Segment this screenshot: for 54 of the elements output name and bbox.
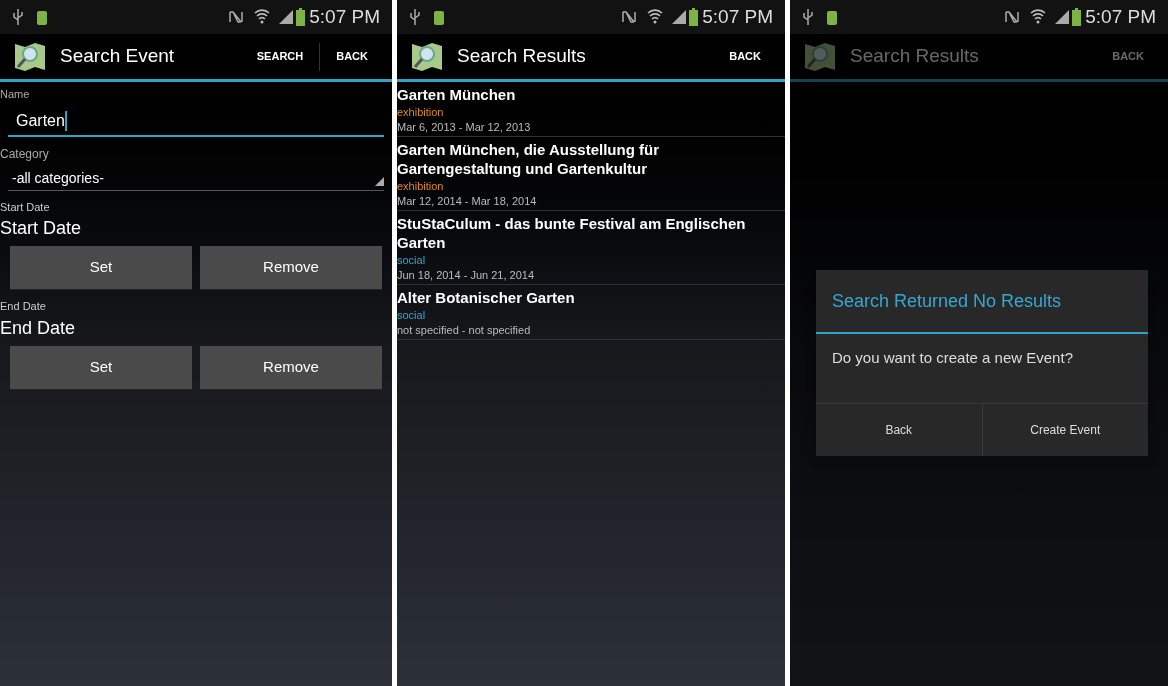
result-dates: Jun 18, 2014 - Jun 21, 2014 <box>397 268 535 282</box>
field-label: End Date <box>0 299 47 314</box>
dialog-button[interactable]: Create Event <box>981 404 1148 456</box>
status-time: 5:07 PM <box>702 4 773 29</box>
result-dates: Mar 12, 2014 - Mar 18, 2014 <box>397 194 538 208</box>
result-category: exhibition <box>397 179 445 194</box>
usb-icon <box>12 8 24 26</box>
usb-icon <box>409 8 421 26</box>
dialog-button[interactable]: Back <box>816 404 982 456</box>
action-button[interactable]: BACK <box>1096 34 1160 79</box>
wifi-icon <box>647 8 664 26</box>
action-button[interactable]: BACK <box>320 34 384 79</box>
screen-title: Search Event <box>60 44 176 69</box>
status-time: 5:07 PM <box>1085 4 1156 29</box>
screen-title: Search Results <box>850 44 980 69</box>
android-icon <box>433 8 445 26</box>
date-button[interactable]: Set <box>10 345 192 390</box>
category-dropdown[interactable]: -all categories- <box>8 166 384 191</box>
dialog-title: Search Returned No Results <box>832 289 1062 313</box>
android-icon <box>826 8 838 26</box>
date-button[interactable]: Remove <box>200 345 382 390</box>
battery-icon <box>689 8 699 26</box>
result-dates: not specified - not specified <box>397 323 532 337</box>
field-label: Start Date <box>0 199 51 215</box>
action-button[interactable]: SEARCH <box>240 34 320 79</box>
screen-title: Search Results <box>457 44 587 69</box>
date-value: Start Date <box>0 217 83 240</box>
battery-icon <box>1072 8 1082 26</box>
result-category: social <box>397 253 427 268</box>
wifi-icon <box>254 8 271 26</box>
battery-icon <box>296 8 306 26</box>
result-title[interactable]: Alter Botanischer Garten <box>397 288 785 307</box>
result-title[interactable]: StuStaCulum - das bunte Festival am Englischen Garten <box>397 214 785 252</box>
name-input[interactable]: Garten <box>8 106 384 137</box>
usb-icon <box>802 8 814 26</box>
status-time: 5:07 PM <box>309 4 380 29</box>
dropdown-corner-icon <box>375 176 384 186</box>
wifi-icon <box>1030 8 1047 26</box>
result-title[interactable]: Garten München, die Ausstellung für Gartengestaltung und Gartenkultur <box>397 140 785 178</box>
date-button[interactable]: Set <box>10 246 192 290</box>
field-label: Name <box>0 87 31 102</box>
signal-icon <box>671 9 688 25</box>
result-category: social <box>397 308 427 323</box>
signal-icon <box>278 9 295 25</box>
field-label: Category <box>0 145 50 163</box>
dialog-message: Do you want to create a new Event? <box>832 349 1073 366</box>
signal-icon <box>1054 9 1071 25</box>
result-title[interactable]: Garten München <box>397 85 785 104</box>
date-value: End Date <box>0 316 77 340</box>
result-category: exhibition <box>397 105 445 120</box>
date-button[interactable]: Remove <box>200 246 382 290</box>
result-dates: Mar 6, 2013 - Mar 12, 2013 <box>397 120 532 134</box>
android-icon <box>36 8 48 26</box>
action-button[interactable]: BACK <box>713 34 777 79</box>
